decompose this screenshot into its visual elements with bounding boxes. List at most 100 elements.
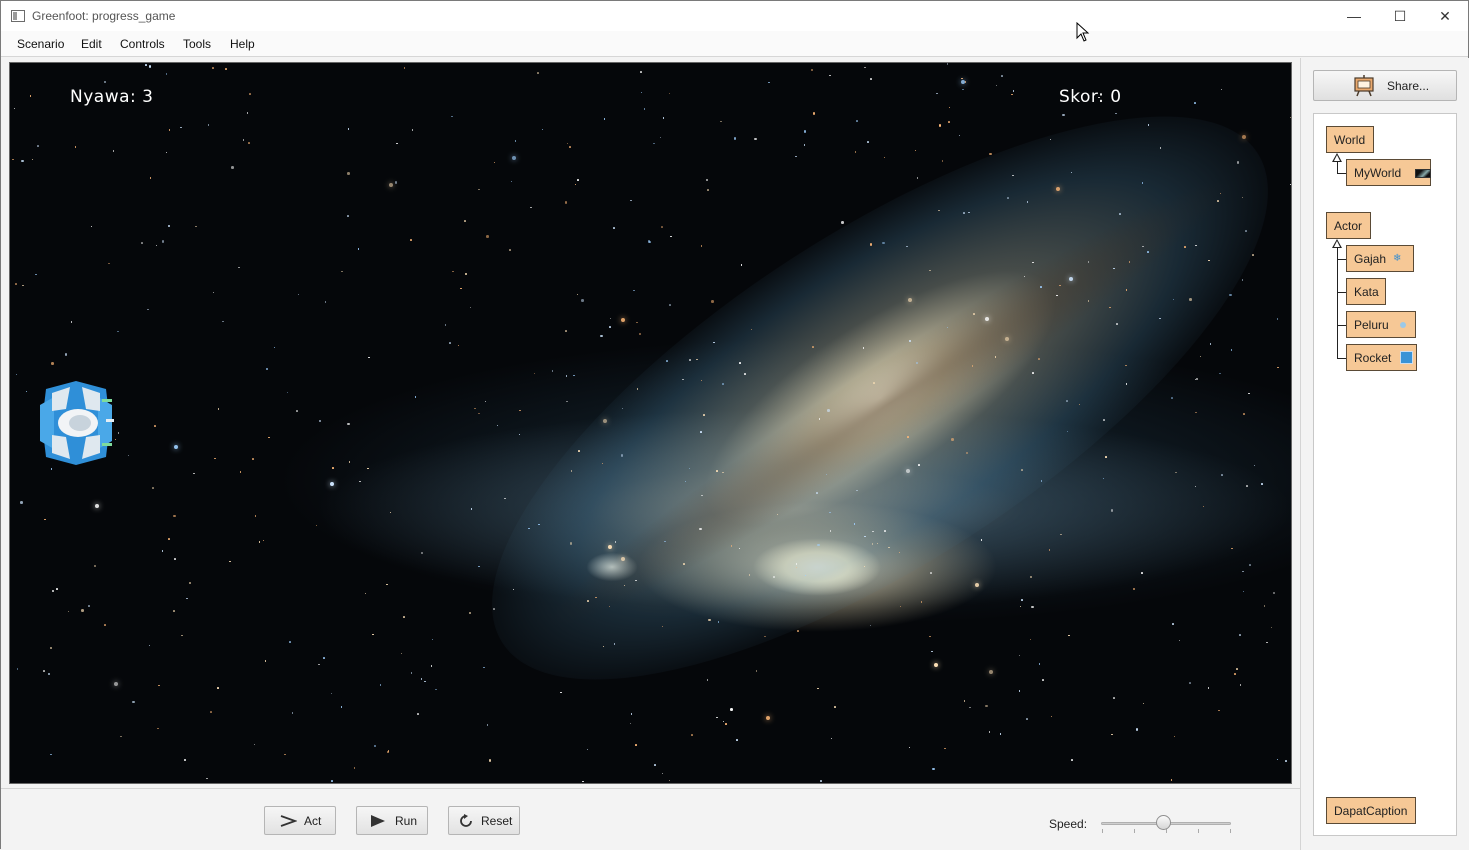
star bbox=[1087, 261, 1090, 263]
star bbox=[296, 410, 298, 412]
star bbox=[1194, 102, 1196, 104]
star bbox=[141, 242, 143, 244]
world-view[interactable]: Nyawa: 3 Skor: 0 bbox=[9, 62, 1292, 784]
star bbox=[90, 225, 92, 228]
star bbox=[654, 764, 656, 766]
star bbox=[51, 589, 55, 593]
star bbox=[541, 128, 544, 131]
star bbox=[357, 248, 360, 250]
mouse-cursor-icon bbox=[1076, 22, 1090, 42]
star bbox=[980, 539, 983, 541]
class-gajah[interactable]: Gajah ❄ bbox=[1346, 245, 1414, 272]
star bbox=[962, 88, 964, 91]
star bbox=[64, 353, 68, 356]
star bbox=[1242, 590, 1245, 593]
star bbox=[1290, 116, 1291, 119]
menu-controls[interactable]: Controls bbox=[120, 37, 165, 51]
star bbox=[1021, 599, 1023, 601]
class-dapatcaption[interactable]: DapatCaption bbox=[1326, 797, 1416, 824]
star bbox=[856, 489, 858, 492]
menu-edit[interactable]: Edit bbox=[81, 37, 102, 51]
star bbox=[768, 81, 770, 84]
star bbox=[252, 458, 254, 460]
star bbox=[643, 108, 646, 110]
star bbox=[1270, 626, 1273, 629]
class-myworld[interactable]: MyWorld bbox=[1346, 159, 1431, 186]
star bbox=[733, 137, 737, 140]
share-button[interactable]: Share... bbox=[1313, 70, 1457, 101]
star bbox=[829, 74, 831, 77]
star bbox=[689, 359, 691, 361]
menu-help[interactable]: Help bbox=[230, 37, 255, 51]
speed-slider-thumb[interactable] bbox=[1156, 815, 1172, 830]
star bbox=[379, 684, 382, 686]
star bbox=[396, 142, 398, 145]
minimize-button[interactable]: — bbox=[1331, 1, 1377, 31]
star bbox=[1111, 733, 1113, 736]
star bbox=[818, 418, 821, 420]
star bbox=[1199, 355, 1202, 358]
class-rocket[interactable]: Rocket bbox=[1346, 344, 1417, 371]
star bbox=[533, 372, 536, 375]
act-button[interactable]: Act bbox=[264, 806, 336, 835]
star bbox=[464, 272, 468, 276]
star bbox=[364, 592, 367, 595]
close-button[interactable]: ✕ bbox=[1422, 1, 1468, 31]
star bbox=[1109, 306, 1111, 309]
class-kata[interactable]: Kata bbox=[1346, 278, 1386, 305]
star bbox=[530, 206, 532, 209]
inherit-line bbox=[1337, 259, 1346, 260]
star bbox=[630, 713, 633, 715]
class-peluru[interactable]: Peluru bbox=[1346, 311, 1416, 338]
star bbox=[870, 78, 872, 80]
star bbox=[817, 687, 819, 690]
run-button[interactable]: Run bbox=[356, 806, 428, 835]
star bbox=[706, 679, 709, 681]
star bbox=[1195, 411, 1197, 414]
star bbox=[825, 473, 828, 475]
rocket-actor[interactable] bbox=[36, 379, 116, 467]
star bbox=[493, 608, 495, 610]
star bbox=[273, 346, 276, 349]
star bbox=[174, 558, 176, 560]
star bbox=[488, 759, 492, 762]
star bbox=[1272, 591, 1276, 595]
menu-scenario[interactable]: Scenario bbox=[17, 37, 64, 51]
star bbox=[914, 149, 917, 152]
star bbox=[1239, 684, 1242, 686]
star bbox=[113, 682, 118, 687]
star bbox=[340, 706, 343, 708]
star bbox=[985, 704, 988, 708]
star bbox=[1178, 639, 1181, 642]
maximize-button[interactable]: ☐ bbox=[1377, 1, 1423, 31]
star bbox=[1113, 697, 1115, 699]
menu-tools[interactable]: Tools bbox=[183, 37, 211, 51]
class-actor[interactable]: Actor bbox=[1326, 212, 1371, 239]
star bbox=[975, 582, 980, 587]
star bbox=[21, 159, 24, 163]
star bbox=[217, 687, 219, 689]
star bbox=[1128, 261, 1131, 263]
star bbox=[1276, 318, 1279, 320]
star bbox=[20, 501, 23, 504]
star bbox=[315, 524, 318, 527]
star bbox=[1234, 673, 1236, 675]
reset-button[interactable]: Reset bbox=[448, 806, 520, 835]
star bbox=[173, 610, 175, 612]
star bbox=[1040, 286, 1042, 288]
slider-tick bbox=[1134, 829, 1135, 833]
star bbox=[620, 454, 624, 457]
star bbox=[1261, 483, 1263, 485]
star bbox=[816, 492, 818, 494]
class-world[interactable]: World bbox=[1326, 126, 1374, 153]
star bbox=[403, 67, 406, 69]
star bbox=[971, 365, 974, 367]
star bbox=[711, 300, 714, 303]
star bbox=[817, 543, 820, 547]
star bbox=[566, 400, 568, 403]
star bbox=[424, 680, 426, 683]
app-icon bbox=[11, 10, 25, 22]
star bbox=[803, 144, 806, 146]
star bbox=[683, 563, 685, 565]
star bbox=[460, 287, 462, 290]
